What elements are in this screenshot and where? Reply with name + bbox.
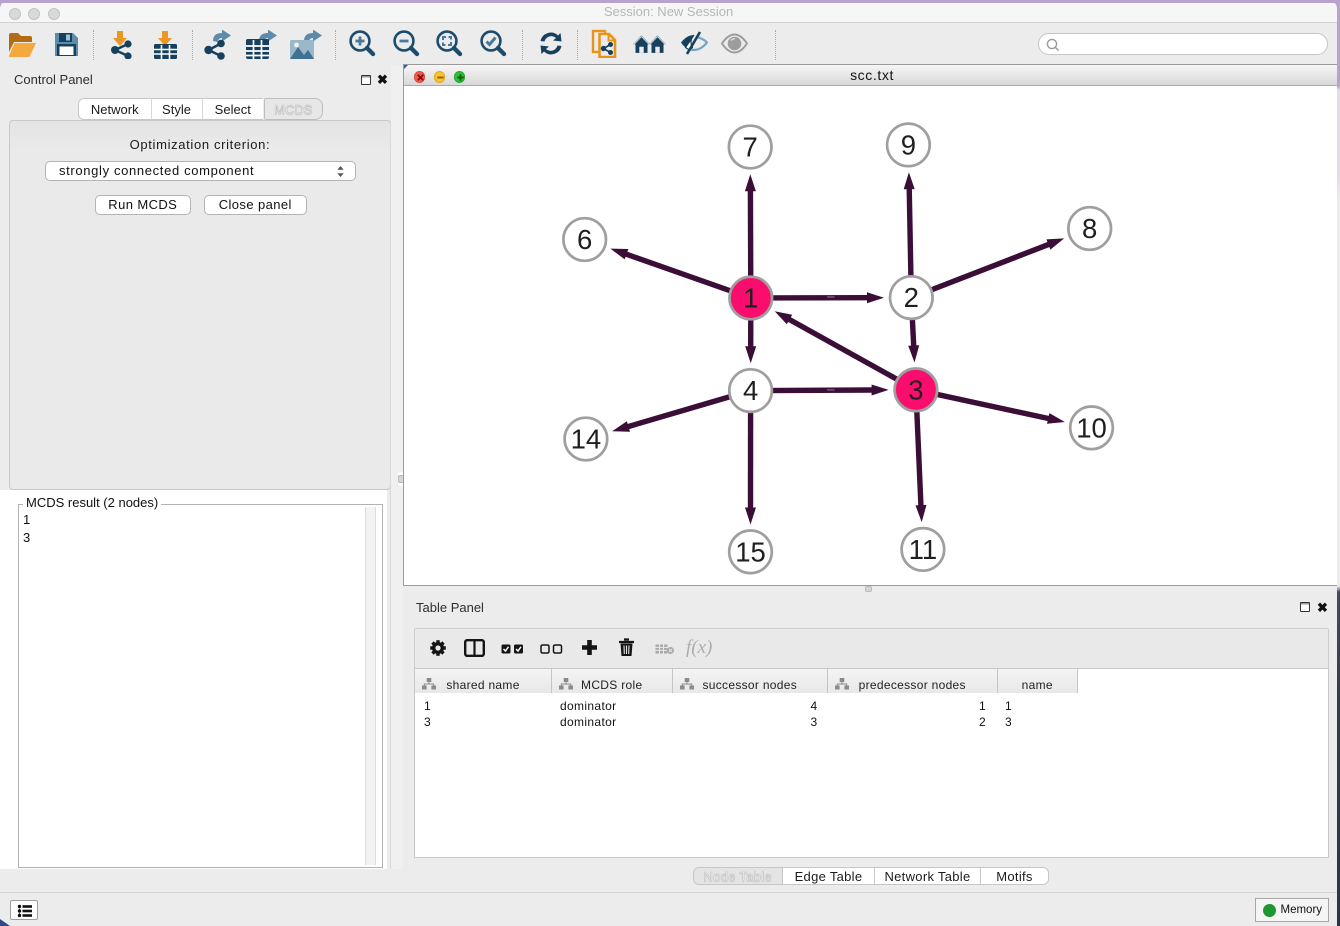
svg-text:1: 1 <box>743 282 758 313</box>
svg-text:4: 4 <box>742 375 757 406</box>
svg-text:14: 14 <box>570 423 601 454</box>
svg-text:9: 9 <box>900 129 915 160</box>
svg-text:7: 7 <box>742 131 757 162</box>
svg-text:2: 2 <box>903 282 918 313</box>
svg-text:6: 6 <box>577 224 592 255</box>
svg-text:10: 10 <box>1076 412 1107 443</box>
svg-text:11: 11 <box>908 534 937 565</box>
svg-text:8: 8 <box>1082 213 1097 244</box>
svg-text:15: 15 <box>735 536 766 567</box>
svg-text:3: 3 <box>908 374 923 405</box>
